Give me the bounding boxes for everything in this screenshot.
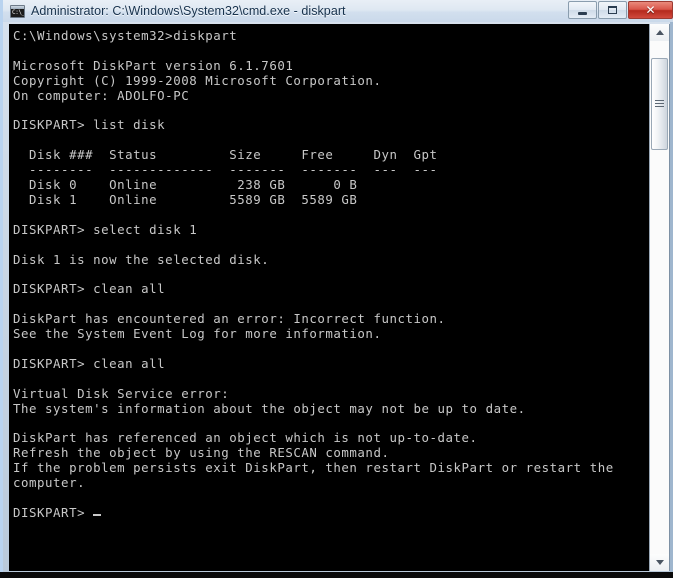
cmd-console-icon: C:\_ [10, 4, 25, 18]
scroll-down-button[interactable] [650, 554, 669, 571]
console-scrollbar[interactable] [649, 24, 669, 571]
console-area: C:\Windows\system32>diskpart Microsoft D… [9, 24, 670, 571]
chevron-up-icon [655, 30, 664, 35]
minimize-icon [578, 11, 587, 15]
console-screen[interactable]: C:\Windows\system32>diskpart Microsoft D… [9, 24, 649, 571]
text-cursor [93, 514, 102, 516]
chevron-down-icon [655, 560, 664, 565]
window-controls: ✕ [568, 1, 673, 19]
cmd-icon-glyph: C:\_ [12, 8, 24, 16]
close-icon: ✕ [645, 3, 656, 17]
maximize-button[interactable] [598, 1, 627, 19]
window-titlebar[interactable]: C:\_ Administrator: C:\Windows\System32\… [3, 0, 673, 22]
window-title: Administrator: C:\Windows\System32\cmd.e… [31, 4, 346, 18]
scroll-up-button[interactable] [650, 24, 669, 41]
cmd-window: C:\_ Administrator: C:\Windows\System32\… [0, 0, 673, 578]
close-button[interactable]: ✕ [628, 1, 673, 19]
console-output: C:\Windows\system32>diskpart Microsoft D… [13, 28, 614, 520]
scrollbar-thumb[interactable] [651, 57, 668, 151]
desktop-background-edge [0, 572, 673, 578]
minimize-button[interactable] [568, 1, 597, 19]
maximize-icon [608, 6, 617, 14]
grip-icon [655, 100, 664, 108]
